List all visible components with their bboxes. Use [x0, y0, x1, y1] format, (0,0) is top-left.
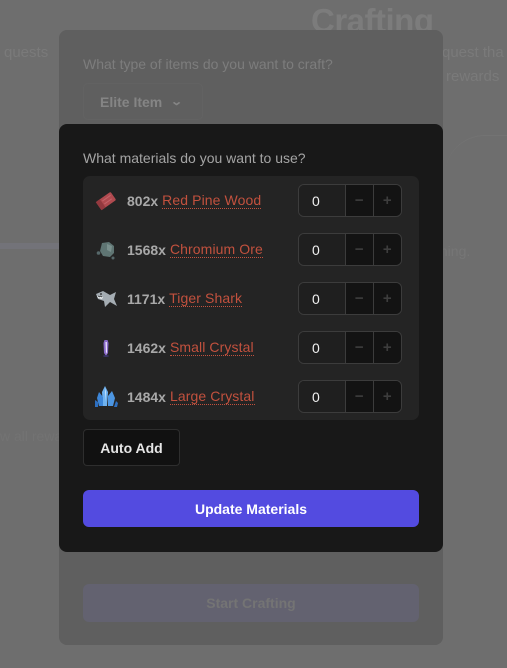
large-crystal-icon: [93, 384, 119, 410]
auto-add-button[interactable]: Auto Add: [83, 429, 180, 466]
quantity-input[interactable]: [299, 234, 346, 265]
material-row: 1171x Tiger Shark − +: [83, 274, 419, 323]
background-text: quest tha: [442, 44, 504, 61]
update-materials-button[interactable]: Update Materials: [83, 490, 419, 527]
materials-modal: What materials do you want to use? 802x …: [59, 124, 443, 552]
material-count: 1568x: [127, 241, 166, 258]
background-illustration: [445, 135, 507, 185]
background-divider: [0, 243, 60, 249]
material-count: 1171x: [127, 290, 166, 307]
quantity-stepper: − +: [298, 282, 402, 315]
increment-button[interactable]: +: [373, 381, 401, 412]
quantity-stepper: − +: [298, 233, 402, 266]
increment-button[interactable]: +: [373, 185, 401, 216]
background-text: w all rewa: [0, 428, 63, 444]
increment-button[interactable]: +: [373, 234, 401, 265]
material-name-link[interactable]: Tiger Shark: [169, 290, 243, 307]
materials-list: 802x Red Pine Wood − + 1568x Ch: [83, 176, 419, 420]
material-row: 1568x Chromium Ore − +: [83, 225, 419, 274]
quantity-input[interactable]: [299, 332, 346, 363]
start-crafting-button[interactable]: Start Crafting: [83, 584, 419, 622]
quantity-stepper: − +: [298, 184, 402, 217]
quantity-input[interactable]: [299, 283, 346, 314]
material-count: 1484x: [127, 388, 166, 405]
ore-rock-icon: [93, 237, 119, 263]
material-count: 802x: [127, 192, 159, 209]
material-name-link[interactable]: Red Pine Wood: [162, 192, 262, 209]
item-type-select[interactable]: Elite Item ⌄: [83, 83, 203, 120]
background-text: quests: [4, 44, 49, 61]
decrement-button[interactable]: −: [346, 234, 374, 265]
increment-button[interactable]: +: [373, 283, 401, 314]
decrement-button[interactable]: −: [346, 283, 374, 314]
material-row: 802x Red Pine Wood − +: [83, 176, 419, 225]
decrement-button[interactable]: −: [346, 332, 374, 363]
quantity-input[interactable]: [299, 185, 346, 216]
material-row: 1484x Large Crystal − +: [83, 372, 419, 421]
item-type-selected: Elite Item: [100, 93, 163, 110]
quantity-input[interactable]: [299, 381, 346, 412]
wood-plank-icon: [93, 188, 119, 214]
material-count: 1462x: [127, 339, 166, 356]
material-name-link[interactable]: Chromium Ore: [169, 241, 263, 258]
background-text: rewards: [446, 68, 500, 85]
shark-icon: [93, 286, 119, 312]
quantity-stepper: − +: [298, 331, 402, 364]
quantity-stepper: − +: [298, 380, 402, 413]
craft-type-question: What type of items do you want to craft?: [83, 56, 333, 72]
material-name-link[interactable]: Small Crystal: [169, 339, 254, 356]
decrement-button[interactable]: −: [346, 185, 374, 216]
materials-question: What materials do you want to use?: [83, 150, 306, 166]
increment-button[interactable]: +: [373, 332, 401, 363]
small-crystal-icon: [93, 335, 119, 361]
decrement-button[interactable]: −: [346, 381, 374, 412]
material-row: 1462x Small Crystal − +: [83, 323, 419, 372]
chevron-down-icon: ⌄: [170, 96, 184, 108]
material-name-link[interactable]: Large Crystal: [169, 388, 255, 405]
